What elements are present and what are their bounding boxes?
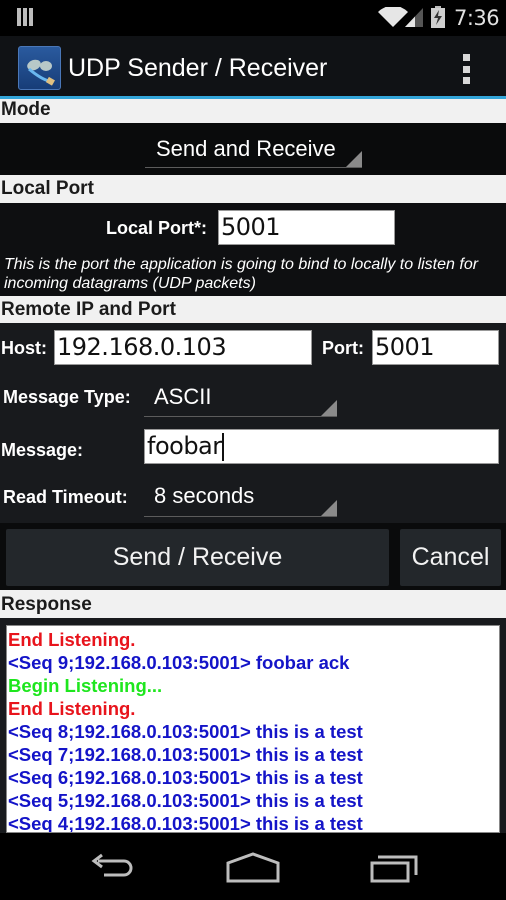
response-line-packet: <Seq 4;192.168.0.103:5001> this is a tes… <box>8 813 363 833</box>
mode-spinner[interactable]: Send and Receive <box>145 132 362 168</box>
local-port-hint: This is the port the application is goin… <box>4 256 479 292</box>
response-log[interactable]: End Listening. <Seq 9;192.168.0.103:5001>… <box>6 625 500 833</box>
response-line-packet: <Seq 5;192.168.0.103:5001> this is a tes… <box>8 790 363 811</box>
local-port-input[interactable]: 5001 <box>218 210 395 245</box>
local-port-panel: Local Port*: 5001 This is the port the a… <box>0 203 506 296</box>
app-title: UDP Sender / Receiver <box>68 54 328 82</box>
read-timeout-label: Read Timeout: <box>3 487 128 507</box>
response-line-begin: Begin Listening... <box>8 675 163 696</box>
clock: 7:36 <box>454 6 500 30</box>
back-icon[interactable] <box>88 851 136 885</box>
response-line-packet: <Seq 9;192.168.0.103:5001> foobar ack <box>8 652 350 673</box>
host-input[interactable]: 192.168.0.103 <box>54 330 312 365</box>
response-line-end: End Listening. <box>8 629 136 650</box>
action-bar: UDP Sender / Receiver <box>0 36 506 99</box>
read-timeout-value: 8 seconds <box>154 483 255 508</box>
battery-charging-icon <box>431 6 445 28</box>
section-header-response: Response <box>0 590 506 618</box>
read-timeout-spinner[interactable]: 8 seconds <box>144 479 337 517</box>
notification-icon <box>17 8 35 26</box>
home-icon[interactable] <box>226 851 280 885</box>
port-label: Port: <box>322 338 364 358</box>
mode-panel: Send and Receive <box>0 123 506 175</box>
dropdown-icon <box>321 500 337 516</box>
mode-spinner-value: Send and Receive <box>156 136 336 161</box>
section-header-remote: Remote IP and Port <box>0 296 506 323</box>
dropdown-icon <box>346 151 362 167</box>
network-cable-icon[interactable] <box>18 46 61 90</box>
port-input[interactable]: 5001 <box>372 330 499 365</box>
section-header-mode: Mode <box>0 99 506 123</box>
message-value: foobar <box>147 432 222 460</box>
dropdown-icon <box>321 400 337 416</box>
signal-icon <box>405 8 423 27</box>
response-line-packet: <Seq 7;192.168.0.103:5001> this is a tes… <box>8 744 363 765</box>
button-panel: Send / Receive Cancel <box>0 523 506 590</box>
response-line-end: End Listening. <box>8 698 136 719</box>
section-header-local-port: Local Port <box>0 175 506 203</box>
response-line-packet: <Seq 8;192.168.0.103:5001> this is a tes… <box>8 721 363 742</box>
overflow-menu-icon[interactable] <box>460 54 472 84</box>
response-line-packet: <Seq 6;192.168.0.103:5001> this is a tes… <box>8 767 363 788</box>
status-bar: 7:36 <box>0 0 506 36</box>
recents-icon[interactable] <box>370 851 420 885</box>
cancel-button[interactable]: Cancel <box>400 529 501 586</box>
nav-bar <box>0 833 506 900</box>
wifi-icon <box>378 7 408 27</box>
local-port-label: Local Port*: <box>106 218 208 238</box>
host-label: Host: <box>1 338 47 358</box>
message-type-label: Message Type: <box>3 387 131 407</box>
message-type-value: ASCII <box>154 384 212 409</box>
message-type-spinner[interactable]: ASCII <box>144 380 337 417</box>
text-cursor <box>221 433 224 461</box>
send-receive-button[interactable]: Send / Receive <box>6 529 389 586</box>
message-label: Message: <box>1 440 84 460</box>
remote-panel: Host: 192.168.0.103 Port: 5001 Message T… <box>0 323 506 523</box>
message-input[interactable]: foobar <box>144 429 499 464</box>
